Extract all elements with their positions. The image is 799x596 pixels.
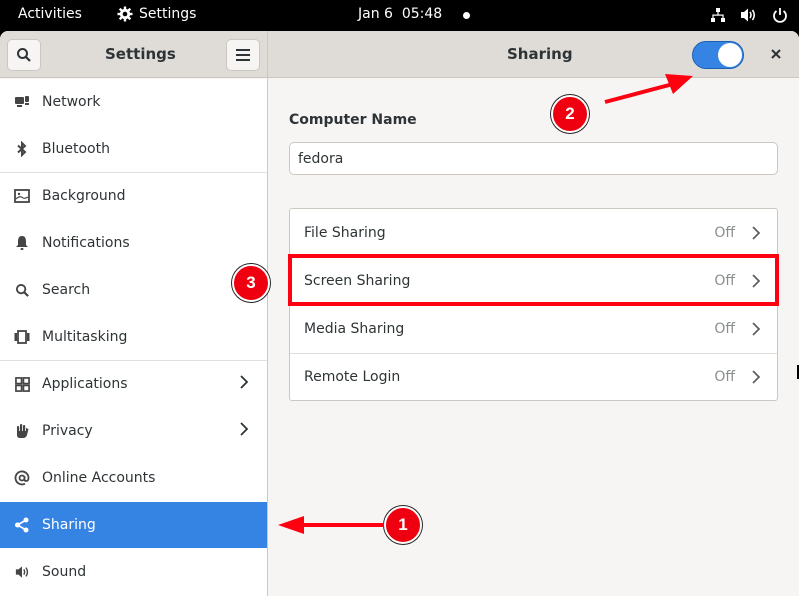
chevron-right-icon — [751, 321, 761, 341]
hamburger-menu-icon — [236, 49, 250, 61]
sidebar-item-online-accounts[interactable]: Online Accounts — [0, 455, 267, 501]
arrow-up-right-icon — [604, 74, 693, 104]
at-icon — [12, 470, 32, 486]
chevron-right-icon — [751, 225, 761, 245]
network-wired-icon[interactable] — [709, 6, 727, 24]
volume-icon[interactable] — [740, 6, 758, 24]
sidebar-item-label: Online Accounts — [42, 470, 156, 486]
speaker-icon — [12, 565, 32, 579]
sidebar-item-label: Applications — [42, 376, 128, 392]
list-row-media-sharing[interactable]: Media Sharing Off — [290, 305, 777, 353]
sidebar-item-notifications[interactable]: Notifications — [0, 220, 267, 266]
row-status: Off — [714, 321, 735, 337]
step-badge-1: 1 — [384, 506, 422, 544]
network-icon — [12, 94, 32, 110]
chevron-right-icon — [751, 369, 761, 389]
sidebar-item-multitasking[interactable]: Multitasking — [0, 314, 267, 360]
image-icon — [12, 189, 32, 203]
notification-dot-icon — [463, 12, 470, 19]
row-label: File Sharing — [304, 225, 386, 241]
bell-icon — [12, 235, 32, 251]
power-icon[interactable] — [771, 6, 789, 24]
sharing-toggle[interactable] — [692, 41, 744, 69]
sidebar-item-network[interactable]: Network — [0, 79, 267, 125]
highlight-box-screen-sharing — [288, 254, 779, 306]
sidebar: Network Bluetooth Background Notificatio… — [0, 79, 267, 596]
sidebar-item-bluetooth[interactable]: Bluetooth — [0, 126, 267, 172]
search-icon — [17, 48, 31, 62]
sidebar-title: Settings — [105, 45, 176, 63]
step-badge-3: 3 — [232, 264, 270, 302]
chevron-right-icon — [239, 421, 249, 441]
share-icon — [12, 517, 32, 533]
sidebar-item-label: Sharing — [42, 517, 96, 533]
chevron-right-icon — [239, 374, 249, 394]
sidebar-item-search[interactable]: Search — [0, 267, 267, 313]
hand-icon — [12, 423, 32, 439]
row-label: Remote Login — [304, 369, 401, 385]
grid-icon — [12, 376, 32, 392]
computer-name-label: Computer Name — [289, 112, 417, 128]
search-icon — [12, 283, 32, 298]
search-button[interactable] — [7, 39, 41, 71]
activities-button[interactable]: Activities — [18, 6, 82, 22]
arrow-left-icon — [278, 516, 384, 534]
main-menu-button[interactable] — [226, 39, 260, 71]
row-status: Off — [714, 369, 735, 385]
sidebar-item-label: Bluetooth — [42, 141, 110, 157]
app-menu-label: Settings — [139, 6, 197, 22]
step-badge-2: 2 — [551, 95, 589, 133]
row-status: Off — [714, 225, 735, 241]
sidebar-item-privacy[interactable]: Privacy — [0, 408, 267, 454]
list-row-file-sharing[interactable]: File Sharing Off — [290, 209, 777, 257]
row-label: Media Sharing — [304, 321, 405, 337]
sidebar-item-label: Background — [42, 188, 126, 204]
computer-name-input[interactable] — [289, 142, 778, 175]
multitasking-icon — [12, 330, 32, 344]
sidebar-item-label: Privacy — [42, 423, 93, 439]
top-bar: Activities Settings Jan 6 05:48 — [0, 0, 799, 31]
close-icon — [771, 49, 781, 59]
clock[interactable]: Jan 6 05:48 — [358, 6, 442, 22]
system-tray[interactable] — [709, 6, 789, 24]
app-menu[interactable]: Settings — [117, 6, 196, 22]
sidebar-item-label: Notifications — [42, 235, 130, 251]
sidebar-item-label: Search — [42, 282, 91, 298]
sidebar-item-label: Network — [42, 94, 101, 110]
gear-icon — [117, 6, 133, 22]
sidebar-item-sound[interactable]: Sound — [0, 549, 267, 595]
close-button[interactable] — [766, 44, 786, 64]
sidebar-item-label: Multitasking — [42, 329, 128, 345]
list-row-remote-login[interactable]: Remote Login Off — [290, 353, 777, 401]
bluetooth-icon — [12, 141, 32, 157]
toggle-knob — [718, 43, 742, 67]
page-title: Sharing — [507, 45, 573, 63]
header-bar: Settings Sharing — [0, 31, 799, 78]
sidebar-item-background[interactable]: Background — [0, 173, 267, 219]
pane-divider — [267, 31, 268, 596]
sidebar-item-sharing[interactable]: Sharing — [0, 502, 267, 548]
sidebar-item-applications[interactable]: Applications — [0, 361, 267, 407]
sidebar-item-label: Sound — [42, 564, 87, 580]
